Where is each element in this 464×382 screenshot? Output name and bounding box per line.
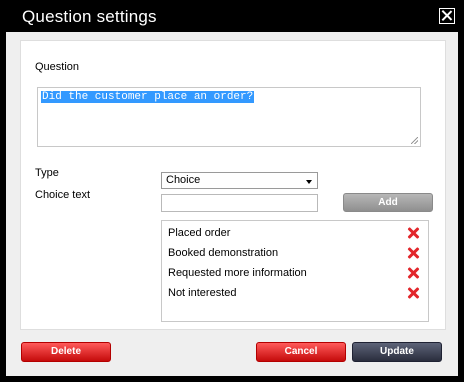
remove-icon[interactable] [407,287,419,299]
close-icon[interactable] [439,8,455,24]
remove-icon[interactable] [407,247,419,259]
title-bar: Question settings [0,0,464,34]
dialog-body: Question Did the customer place an order… [6,32,458,376]
list-item[interactable]: Not interested [168,287,236,299]
chevron-down-icon [306,180,312,184]
remove-icon[interactable] [407,227,419,239]
delete-button[interactable]: Delete [21,342,111,362]
cancel-button[interactable]: Cancel [256,342,346,362]
form-panel: Question Did the customer place an order… [20,40,446,330]
type-selected-value: Choice [166,174,201,186]
add-button[interactable]: Add [343,193,433,212]
choices-list: Placed order Booked demonstration Reques… [161,220,429,322]
remove-icon[interactable] [407,267,419,279]
update-button[interactable]: Update [352,342,442,362]
question-settings-dialog: Question settings Question Did the custo… [0,0,464,382]
question-label: Question [35,61,80,73]
resize-handle-icon[interactable] [411,137,418,144]
type-label: Type [35,167,59,179]
question-textarea[interactable]: Did the customer place an order? [37,87,421,147]
dialog-title: Question settings [22,7,157,26]
choice-text-label: Choice text [35,189,91,201]
list-item[interactable]: Booked demonstration [168,247,278,259]
choice-text-input[interactable] [161,194,318,212]
list-item[interactable]: Placed order [168,227,230,239]
type-select[interactable]: Choice [161,172,318,189]
question-text: Did the customer place an order? [41,91,255,103]
list-item[interactable]: Requested more information [168,267,307,279]
